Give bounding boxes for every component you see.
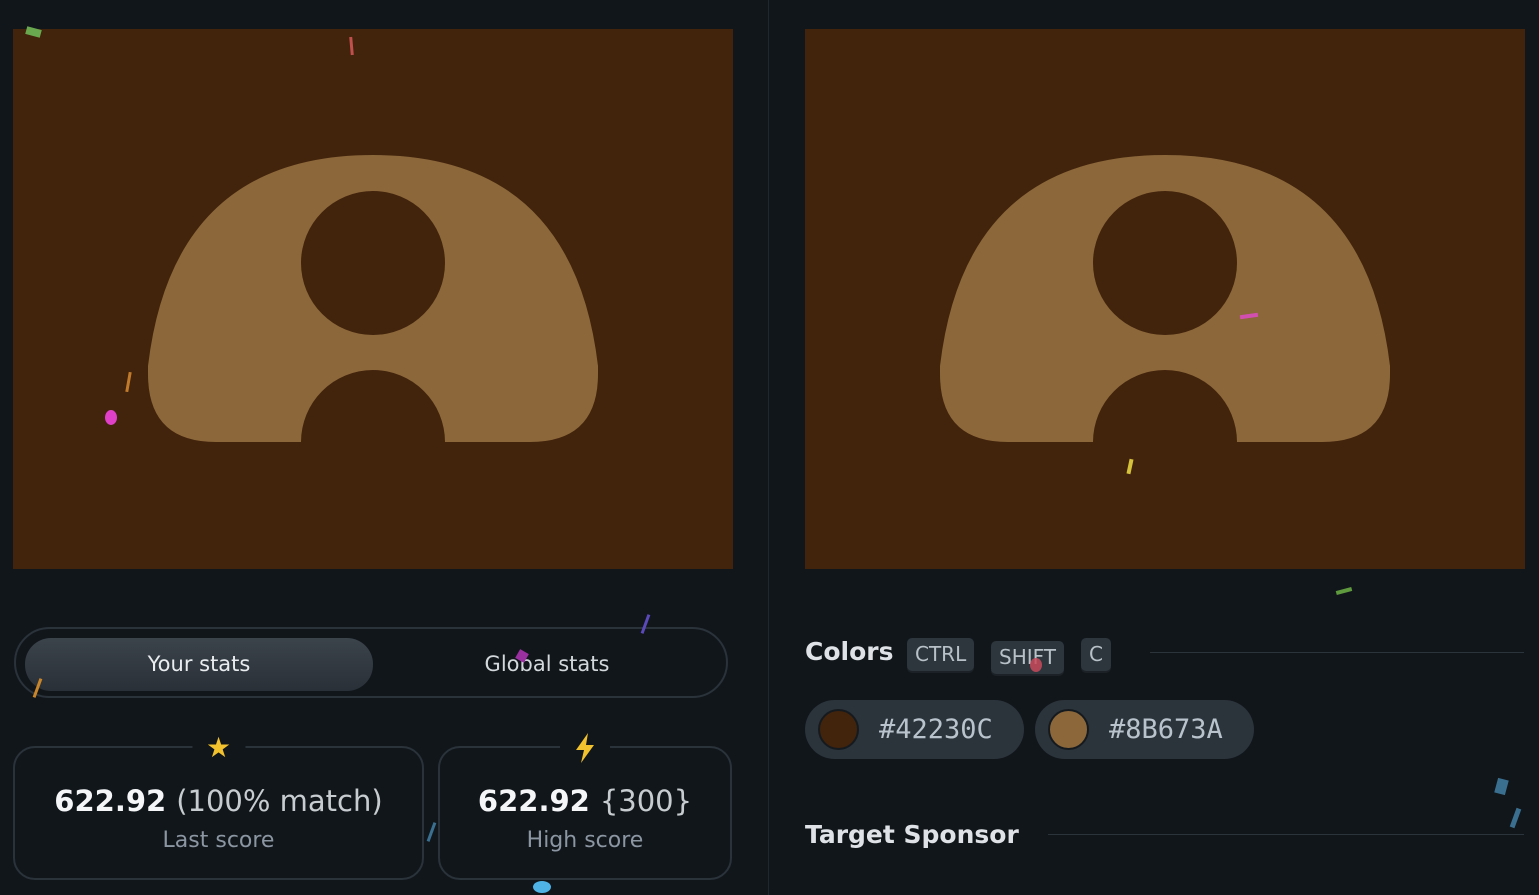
output-canvas: [13, 29, 733, 569]
sponsor-divider-line: [1048, 834, 1524, 835]
color-swatch-1[interactable]: #42230C: [805, 700, 1024, 759]
high-score-card: 622.92 {300} High score: [438, 733, 732, 880]
target-canvas: [805, 29, 1525, 569]
confetti-piece: [533, 881, 551, 893]
last-score-value: 622.92: [54, 784, 167, 818]
target-sponsor-title: Target Sponsor: [805, 820, 1019, 849]
high-score-label: High score: [526, 828, 644, 853]
inner-circle-cutout: [301, 191, 445, 335]
star-icon: ★: [191, 734, 246, 762]
stats-toggle: Your stats Global stats: [14, 627, 728, 698]
colors-divider-line: [1150, 652, 1524, 653]
high-score-value-row: 622.92 {300}: [440, 784, 730, 818]
color-swatch-2[interactable]: #8B673A: [1035, 700, 1254, 759]
kbd-c: C: [1081, 638, 1111, 671]
confetti-piece: [1509, 807, 1522, 829]
inner-circle-cutout: [1093, 191, 1237, 335]
last-score-value-row: 622.92 (100% match): [15, 784, 422, 818]
confetti-piece: [1335, 586, 1353, 596]
high-score-value: 622.92: [477, 784, 590, 818]
kbd-shift: SHIFT: [991, 641, 1065, 674]
colors-title: Colors: [805, 637, 894, 666]
target-render: [805, 29, 1525, 569]
color-hex-label: #42230C: [879, 714, 993, 745]
tab-global-stats[interactable]: Global stats: [373, 638, 721, 691]
lightning-bolt-icon: [560, 733, 610, 763]
confetti-piece: [426, 822, 437, 842]
column-divider: [768, 0, 769, 895]
color-hex-label: #8B673A: [1109, 714, 1223, 745]
color-dot: [818, 709, 859, 750]
kbd-ctrl: CTRL: [907, 638, 975, 671]
color-dot: [1048, 709, 1089, 750]
high-score-chars: {300}: [599, 784, 693, 818]
tab-your-stats[interactable]: Your stats: [25, 638, 373, 691]
output-render: [13, 29, 733, 569]
confetti-piece: [1494, 777, 1509, 796]
last-score-label: Last score: [162, 828, 275, 853]
last-score-card: ★ 622.92 (100% match) Last score: [13, 734, 424, 880]
last-score-match: (100% match): [176, 784, 383, 818]
